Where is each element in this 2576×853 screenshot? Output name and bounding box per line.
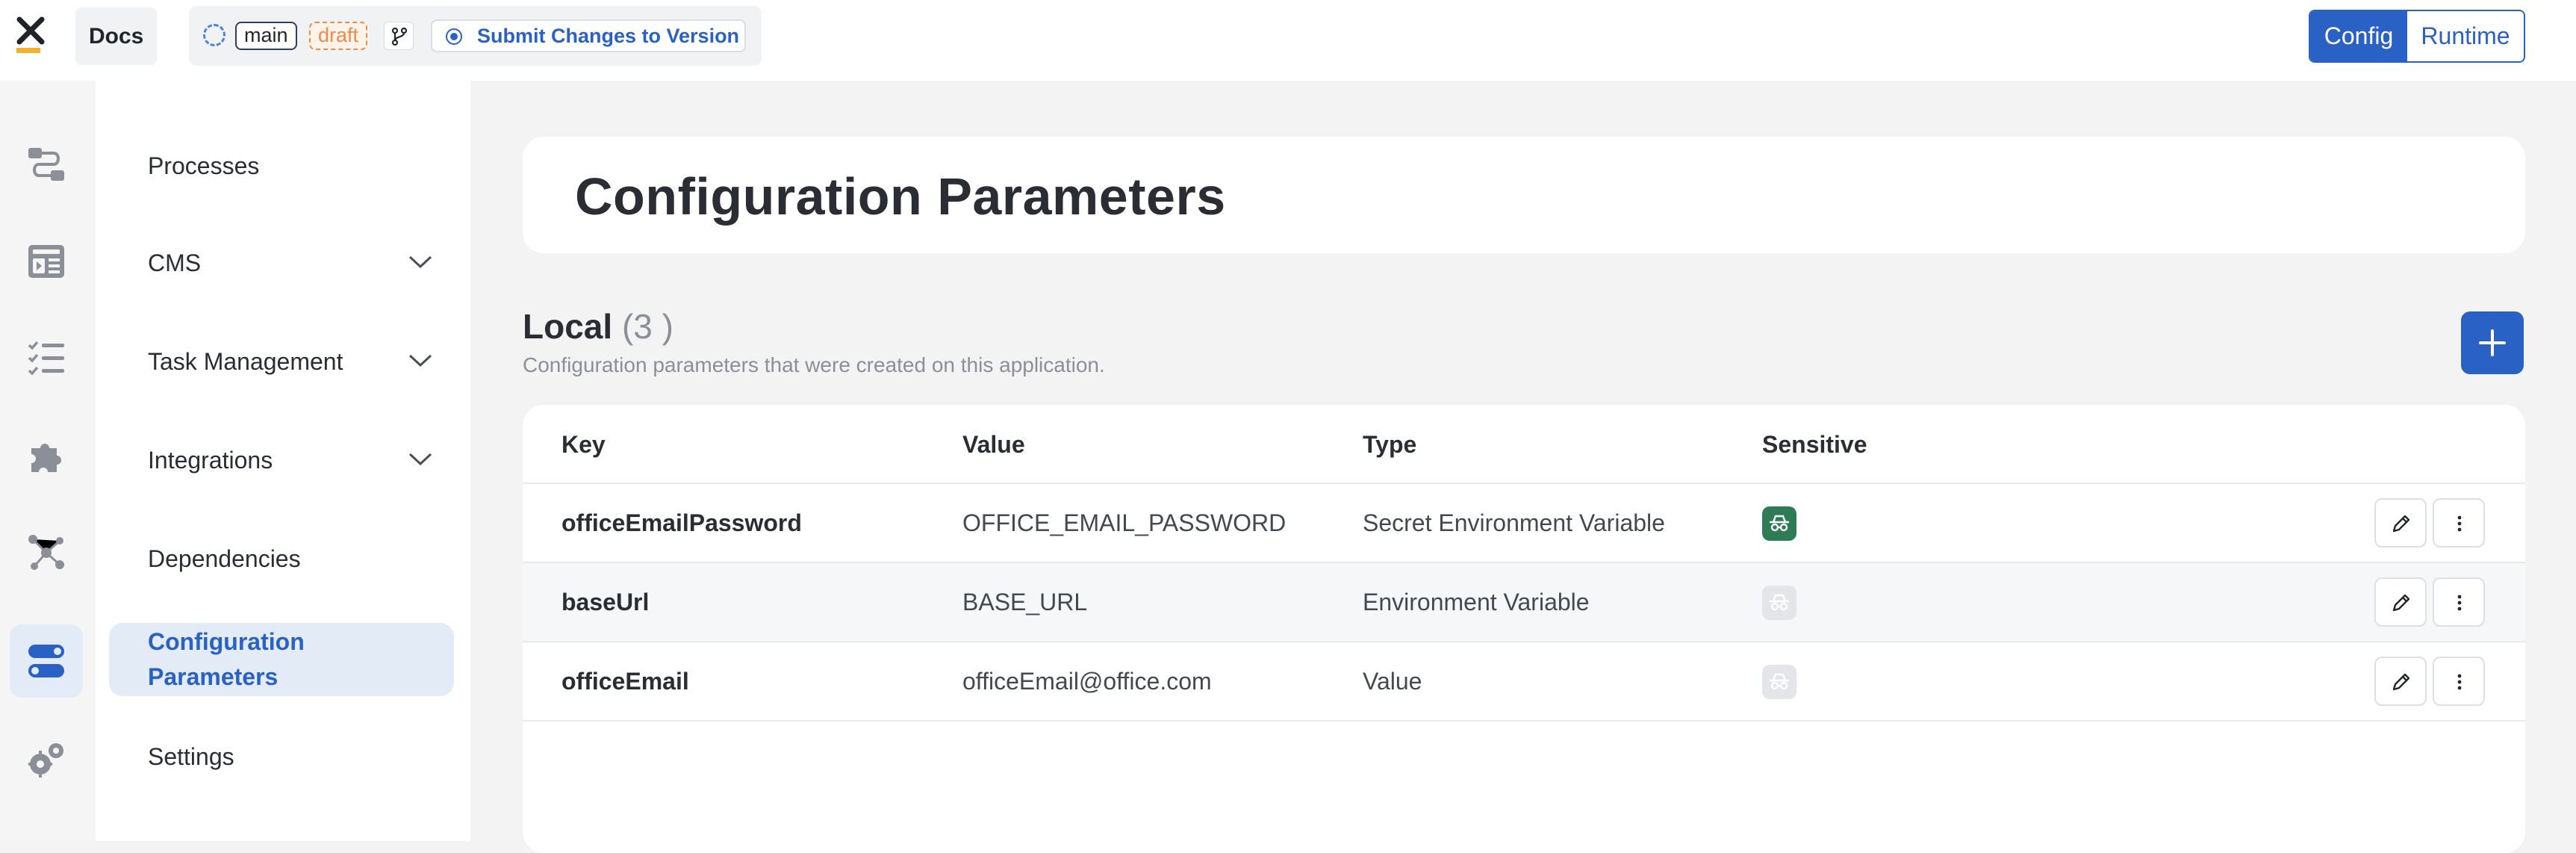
table-row[interactable]: officeEmailPassword OFFICE_EMAIL_PASSWOR… xyxy=(523,484,2525,563)
nav-item-processes[interactable]: Processes xyxy=(109,129,454,202)
row-type: Secret Environment Variable xyxy=(1363,509,1665,536)
column-header-value: Value xyxy=(962,431,1025,458)
row-type: Environment Variable xyxy=(1363,589,1590,615)
settings-icon xyxy=(28,743,63,778)
add-parameter-button[interactable] xyxy=(2461,311,2524,374)
nav-item-dependencies[interactable]: Dependencies xyxy=(109,522,454,595)
nav-item-configuration-parameters[interactable]: Configuration Parameters xyxy=(109,623,454,696)
column-header-type: Type xyxy=(1363,431,1417,458)
chevron-down-icon xyxy=(408,354,432,367)
mode-toggle: Config Runtime xyxy=(2309,10,2525,63)
sensitive-off-icon xyxy=(1762,665,1796,699)
processes-icon xyxy=(28,148,64,181)
chevron-down-icon xyxy=(408,453,432,466)
row-key: baseUrl xyxy=(561,589,650,615)
submit-changes-label: Submit Changes to Version xyxy=(477,25,740,47)
nav-item-label: Configuration Parameters xyxy=(148,628,305,690)
rail-dependencies[interactable] xyxy=(10,516,83,589)
branch-tag[interactable]: main xyxy=(235,22,297,50)
app-logo[interactable] xyxy=(10,16,51,55)
edit-button[interactable] xyxy=(2374,657,2427,706)
rail-configuration-parameters[interactable] xyxy=(10,624,83,698)
table-row[interactable]: baseUrl BASE_URL Environment Variable xyxy=(523,563,2525,642)
more-actions-button[interactable] xyxy=(2433,657,2485,706)
pencil-icon xyxy=(2392,673,2410,691)
row-type: Value xyxy=(1363,668,1422,695)
rail-integrations[interactable] xyxy=(10,419,83,492)
nav-item-task-management[interactable]: Task Management xyxy=(109,325,454,398)
row-key: officeEmail xyxy=(561,668,689,695)
local-description: Configuration parameters that were creat… xyxy=(523,353,1105,376)
local-title: Local xyxy=(523,307,613,346)
more-actions-button[interactable] xyxy=(2433,498,2485,548)
more-vertical-icon xyxy=(2457,515,2462,532)
submit-changes-button[interactable]: Submit Changes to Version xyxy=(431,19,746,52)
nav-item-integrations[interactable]: Integrations xyxy=(109,424,454,497)
page-title: Configuration Parameters xyxy=(575,167,1226,226)
local-count: (3 ) xyxy=(621,307,673,346)
column-header-sensitive: Sensitive xyxy=(1762,431,1867,458)
config-mode-button[interactable]: Config xyxy=(2310,11,2407,61)
branch-bar: main draft Submit Changes to Version xyxy=(189,6,762,66)
nav-item-label: Task Management xyxy=(148,348,343,375)
icon-rail xyxy=(0,81,96,841)
task-management-icon xyxy=(28,341,64,376)
nav-item-label: Processes xyxy=(148,152,260,179)
version-status-icon xyxy=(203,24,225,46)
more-vertical-icon xyxy=(2457,674,2462,690)
cms-icon xyxy=(28,245,64,278)
edit-button[interactable] xyxy=(2374,498,2427,548)
row-value: BASE_URL xyxy=(962,589,1088,615)
pencil-icon xyxy=(2392,515,2410,533)
rail-task-management[interactable] xyxy=(10,322,83,395)
submit-radio-icon xyxy=(446,28,462,45)
row-value: officeEmail@office.com xyxy=(962,668,1212,695)
more-vertical-icon xyxy=(2457,595,2462,611)
draft-status-badge: draft xyxy=(309,22,368,50)
branch-icon[interactable] xyxy=(384,22,414,50)
runtime-mode-button[interactable]: Runtime xyxy=(2407,11,2524,61)
row-key: officeEmailPassword xyxy=(561,509,802,536)
nav-item-label: CMS xyxy=(148,249,202,276)
chevron-down-icon xyxy=(408,255,432,269)
app-name[interactable]: Docs xyxy=(75,7,158,65)
configuration-parameters-icon xyxy=(28,645,64,677)
page-header-card: Configuration Parameters xyxy=(523,137,2525,253)
top-bar: Docs main draft Submit Changes to Versio… xyxy=(0,0,2576,81)
column-header-key: Key xyxy=(561,431,606,458)
nav-item-label: Dependencies xyxy=(148,545,301,572)
sensitive-off-icon xyxy=(1762,586,1796,620)
edit-button[interactable] xyxy=(2374,577,2427,627)
row-value: OFFICE_EMAIL_PASSWORD xyxy=(962,509,1287,536)
nav-item-settings[interactable]: Settings xyxy=(109,720,454,793)
dependencies-icon xyxy=(28,535,64,570)
section-nav: Processes CMS Task Management Integratio… xyxy=(96,81,470,841)
table-row[interactable]: officeEmail officeEmail@office.com Value xyxy=(523,642,2525,722)
rail-settings[interactable] xyxy=(10,723,83,796)
parameters-table: Key Value Type Sensitive officeEmailPass… xyxy=(523,405,2525,853)
rail-processes[interactable] xyxy=(10,128,83,201)
nav-item-cms[interactable]: CMS xyxy=(109,226,454,300)
integrations-icon xyxy=(31,444,61,472)
local-section-title: Local (3 ) xyxy=(523,306,673,347)
pencil-icon xyxy=(2392,594,2410,612)
sensitive-on-icon xyxy=(1762,506,1796,541)
rail-cms[interactable] xyxy=(10,225,83,298)
nav-item-label: Settings xyxy=(148,743,234,770)
nav-item-label: Integrations xyxy=(148,447,273,474)
more-actions-button[interactable] xyxy=(2433,577,2485,627)
